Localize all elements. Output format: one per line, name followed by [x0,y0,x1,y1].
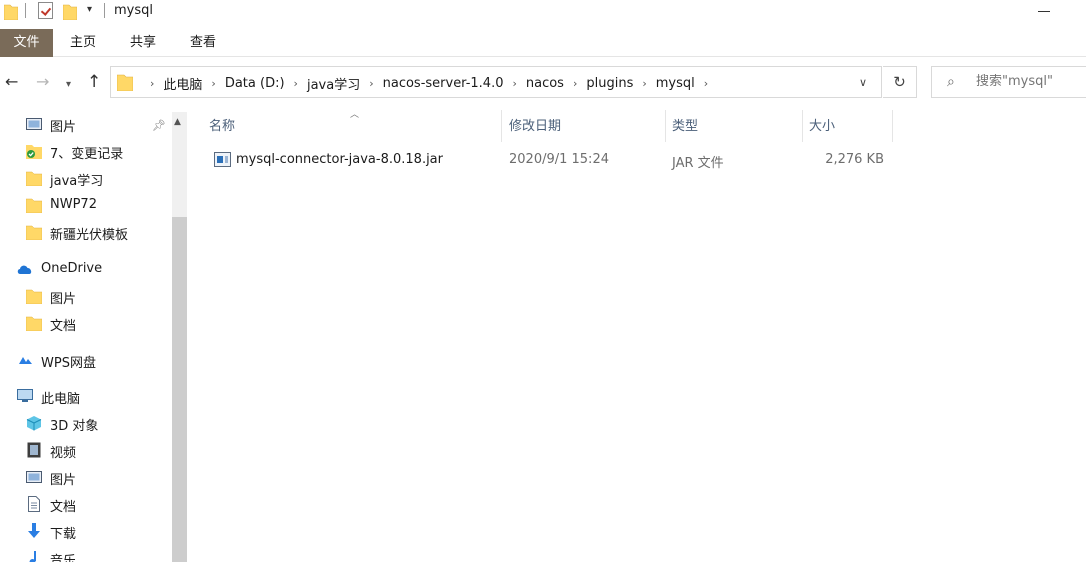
synced-folder-icon [26,145,42,159]
chevron-right-icon[interactable]: › [512,77,516,90]
breadcrumb-item[interactable]: 此电脑 [163,74,202,93]
breadcrumb-item[interactable]: java学习 [307,74,360,93]
chevron-right-icon[interactable]: › [294,77,298,90]
column-divider[interactable] [501,110,502,142]
chevron-down-icon[interactable]: ∨ [859,76,867,89]
column-header-type[interactable]: 类型 [668,110,802,142]
column-divider[interactable] [892,110,893,142]
download-arrow-icon [28,523,40,538]
chevron-right-icon[interactable]: › [211,77,215,90]
folder-icon [26,225,42,240]
scroll-up-arrow-icon[interactable]: ▲ [174,117,181,127]
cube-icon [26,416,42,431]
column-divider[interactable] [665,110,666,142]
chevron-right-icon[interactable]: › [573,77,577,90]
breadcrumb-item[interactable]: Data (D:) [225,76,285,91]
refresh-button[interactable]: ↻ [883,66,917,98]
pictures-icon [26,471,42,483]
navigation-bar: ← → ▾ ↑ › 此电脑 › Data (D:) › java学习 › nac… [0,64,1086,100]
breadcrumb-item[interactable]: plugins [586,76,633,91]
separator [25,3,26,18]
file-date: 2020/9/1 15:24 [509,152,609,167]
chevron-right-icon[interactable]: › [150,77,154,90]
sidebar-item-label: 此电脑 [41,392,81,407]
sidebar-item-label: 7、变更记录 [50,147,124,162]
folder-icon [26,316,42,331]
computer-icon [17,389,33,402]
document-icon [28,496,40,512]
sidebar-item-label: 文档 [50,500,77,515]
window-title: mysql [114,3,153,18]
breadcrumb: › 此电脑 › Data (D:) › java学习 › nacos-serve… [141,74,717,93]
forward-arrow-icon[interactable]: → [36,72,49,92]
folder-icon [117,74,133,91]
search-box[interactable]: ⌕ [931,66,1086,98]
tab-file[interactable]: 文件 [0,29,53,57]
sidebar-item-label: 3D 对象 [50,419,99,434]
breadcrumb-item[interactable]: nacos [526,76,564,91]
folder-icon [26,171,42,186]
jar-file-icon [214,152,231,167]
minimize-button[interactable] [1038,11,1050,12]
sidebar-item-label: WPS网盘 [41,356,96,371]
cloud-icon [17,265,32,274]
sidebar-scrollbar-thumb[interactable] [172,217,187,562]
folder-icon [26,289,42,304]
video-icon [27,442,41,458]
breadcrumb-item[interactable]: nacos-server-1.4.0 [383,76,504,91]
chevron-right-icon[interactable]: › [369,77,373,90]
refresh-icon: ↻ [893,73,906,91]
file-size: 2,276 KB [825,152,884,167]
breadcrumb-item[interactable]: mysql [656,76,695,91]
search-icon: ⌕ [947,74,955,90]
ribbon-tabs: 文件 主页 共享 查看 [0,29,1086,57]
sidebar-item-label: 视频 [50,446,77,461]
customize-toolbar-icon[interactable]: ▾ [87,4,97,16]
file-type: JAR 文件 [672,156,724,171]
pictures-icon [26,118,42,130]
tab-view[interactable]: 查看 [178,29,228,57]
properties-icon[interactable] [38,2,53,19]
column-header-date[interactable]: 修改日期 [505,110,665,142]
wps-cloud-icon [19,357,32,364]
sidebar-item-label: 图片 [50,473,77,488]
file-row[interactable]: mysql-connector-java-8.0.18.jar 2020/9/1… [205,147,895,173]
chevron-right-icon[interactable]: › [704,77,708,90]
sidebar-item-label: 下载 [50,527,77,542]
column-header-row: ︿ 名称 修改日期 类型 大小 [205,110,895,142]
up-arrow-icon[interactable]: ↑ [87,72,101,92]
sidebar-item-label: 文档 [50,319,77,334]
column-header-name[interactable]: 名称 [205,110,501,142]
sidebar-item-label: 音乐 [50,554,77,562]
sidebar-item-label: 图片 [50,292,77,307]
column-divider[interactable] [802,110,803,142]
recent-locations-chevron-icon[interactable]: ▾ [66,75,71,95]
music-note-icon [29,551,36,562]
separator [104,3,105,18]
sidebar-item-label: OneDrive [41,261,103,276]
search-input[interactable] [976,74,1086,89]
sidebar-item-label: 新疆光伏模板 [50,228,129,243]
sidebar-item-label: 图片 [50,120,77,135]
back-arrow-icon[interactable]: ← [5,72,18,92]
title-bar: ▾ mysql [0,0,1086,24]
navigation-pane: 图片 7、变更记录 java学习 NWP72 新疆光伏模板 OneDrive 图… [0,110,188,562]
tab-share[interactable]: 共享 [118,29,168,57]
folder-icon [4,4,18,20]
file-name: mysql-connector-java-8.0.18.jar [236,152,443,167]
sidebar-item-label: NWP72 [50,197,97,212]
chevron-right-icon[interactable]: › [642,77,646,90]
address-bar[interactable]: › 此电脑 › Data (D:) › java学习 › nacos-serve… [110,66,882,98]
sidebar-item-label: java学习 [50,174,104,189]
pin-icon[interactable]: 📌︎ [152,119,166,132]
column-header-size[interactable]: 大小 [805,110,891,142]
new-folder-icon[interactable] [63,3,77,20]
folder-icon [26,198,42,213]
tab-home[interactable]: 主页 [58,29,108,57]
